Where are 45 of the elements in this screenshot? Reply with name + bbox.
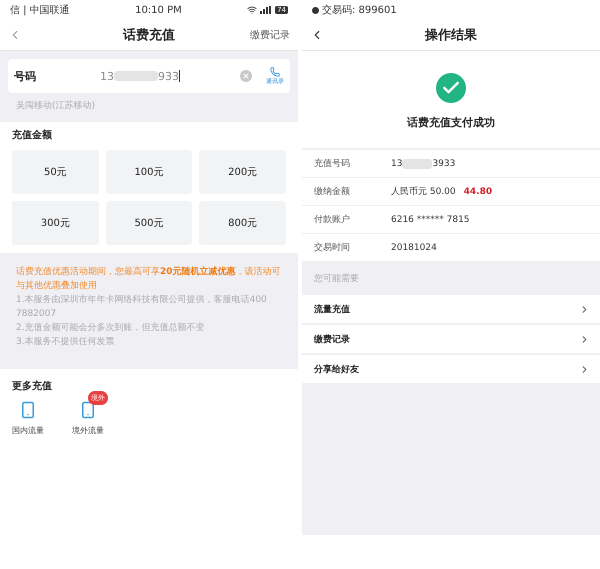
time-text: 10:10 PM [135,4,182,16]
phone-icon [270,66,280,76]
promo-text: 话费充值优惠活动期间，您最高可享20元随机立减优惠，该活动可与其他优惠叠加使用 [16,265,282,293]
clear-icon[interactable] [240,70,252,82]
detail-value: 人民币元 50.00 [391,186,456,198]
success-check-icon [436,73,466,103]
detail-value: 6216 ****** 7815 [391,214,470,224]
detail-label: 缴纳金额 [314,186,351,198]
amount-option[interactable]: 300元 [12,201,99,245]
rule-text: 1.本服务由深圳市年年卡网络科技有限公司提供，客服电话400 7882007 [16,294,268,321]
amount-option[interactable]: 50元 [12,150,99,194]
detail-label: 交易时间 [314,242,351,254]
detail-value: 13 3933 [391,158,456,168]
phone-data-icon[interactable] [79,401,97,419]
carrier-info: 吴闯移动(江苏移动) [15,100,96,113]
suggest-title: 您可能需要 [313,272,360,286]
phone-data-icon[interactable] [19,401,37,419]
amount-option[interactable]: 200元 [199,150,286,194]
signal-icon [260,6,272,14]
amount-option[interactable]: 500元 [106,201,192,245]
phone-input-field[interactable]: 13 933 [100,70,234,82]
detail-label: 付款账户 [314,214,351,226]
page-title: 操作结果 [425,27,477,44]
amount-option[interactable]: 800元 [199,201,286,245]
detail-value: 20181024 [391,242,437,252]
page-title: 话费充值 [123,26,175,44]
chat-dot-icon [312,6,319,14]
carrier-text: 信 | 中国联通 [10,4,70,17]
rule-text: 3.本服务不提供任何发票 [16,336,116,349]
amount-option[interactable]: 100元 [106,150,192,194]
list-item[interactable]: 缴费记录 [302,325,600,355]
list-item[interactable]: 流量充值 [302,295,600,325]
payment-history-link[interactable]: 缴费记录 [250,28,290,42]
option-label[interactable]: 国内流量 [12,425,44,436]
detail-label: 充值号码 [314,158,351,170]
option-label[interactable]: 境外流量 [72,425,104,436]
success-message: 话费充值支付成功 [407,115,495,130]
rule-text: 2.充值金额可能会分多次到账，但充值总额不变 [16,322,206,335]
list-item[interactable]: 分享给好友 [302,355,600,385]
section-title: 充值金额 [12,128,53,142]
phone-label: 号码 [14,68,37,84]
wifi-icon [247,5,258,15]
transaction-code: 交易码: 899601 [322,4,397,17]
paid-amount: 44.80 [464,186,492,196]
section-title: 更多充值 [12,379,53,393]
